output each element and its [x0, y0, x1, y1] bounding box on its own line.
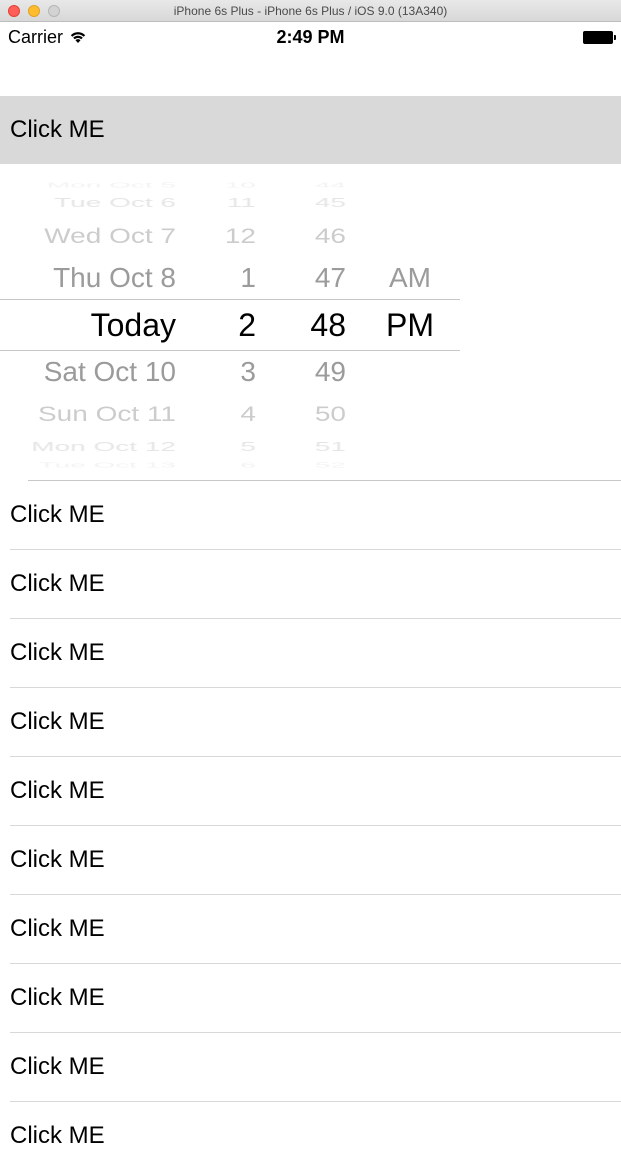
picker-item[interactable]: Wed Oct 7 [44, 220, 176, 252]
picker-item [406, 198, 414, 209]
window-title: iPhone 6s Plus - iPhone 6s Plus / iOS 9.… [0, 4, 621, 18]
picker-item[interactable]: 4 [240, 398, 256, 430]
picker-item[interactable]: 11 [227, 198, 256, 209]
row-label: Click ME [10, 501, 105, 528]
picker-item [406, 442, 414, 453]
picker-item [406, 398, 414, 430]
row-label: Click ME [10, 1053, 105, 1080]
nav-blank [0, 52, 621, 96]
table-row[interactable]: Click ME [10, 964, 621, 1033]
table-row[interactable]: Click ME [10, 688, 621, 757]
row-label: Click ME [10, 777, 105, 804]
picker-item[interactable]: AM [389, 257, 431, 299]
picker-item [406, 464, 414, 467]
table-row[interactable]: Click ME [10, 826, 621, 895]
table-row[interactable]: Click ME [10, 895, 621, 964]
row-label: Click ME [10, 708, 105, 735]
picker-item[interactable]: 3 [240, 351, 256, 393]
carrier-label: Carrier [8, 27, 63, 48]
picker-item[interactable]: 46 [315, 220, 346, 252]
table-row[interactable]: Click ME [10, 550, 621, 619]
picker-column-minute[interactable]: 44 45 46 47 48 49 50 51 52 [270, 170, 360, 480]
row-label: Click ME [10, 1122, 105, 1149]
picker-item [406, 351, 414, 393]
picker-item[interactable]: Sun Oct 11 [38, 398, 176, 430]
row-label: Click ME [10, 846, 105, 873]
picker-item-selected[interactable]: PM [386, 299, 434, 351]
picker-item[interactable]: 45 [315, 198, 346, 209]
picker-item[interactable]: Mon Oct 5 [47, 184, 176, 187]
picker-item[interactable]: Thu Oct 8 [53, 257, 176, 299]
picker-item[interactable]: 10 [225, 184, 256, 187]
picker-column-date[interactable]: Mon Oct 5 Tue Oct 6 Wed Oct 7 Thu Oct 8 … [0, 170, 190, 480]
picker-item[interactable]: 44 [315, 184, 346, 187]
picker-item[interactable]: 51 [315, 442, 346, 453]
picker-item[interactable]: 6 [240, 464, 256, 467]
picker-item[interactable]: 52 [315, 464, 346, 467]
picker-item [406, 220, 414, 252]
picker-item[interactable]: 49 [315, 351, 346, 393]
row-label: Click ME [10, 570, 105, 597]
row-label: Click ME [10, 915, 105, 942]
zoom-icon[interactable] [48, 5, 60, 17]
picker-item[interactable]: 1 [240, 257, 256, 299]
picker-item[interactable]: 50 [315, 398, 346, 430]
battery-icon [583, 31, 613, 44]
close-icon[interactable] [8, 5, 20, 17]
wifi-icon [69, 30, 87, 44]
row-label: Click ME [10, 984, 105, 1011]
picker-item[interactable]: Tue Oct 13 [39, 464, 176, 467]
minimize-icon[interactable] [28, 5, 40, 17]
table-row[interactable]: Click ME [10, 757, 621, 826]
table-row[interactable]: Click ME [10, 619, 621, 688]
picker-column-hour[interactable]: 10 11 12 1 2 3 4 5 6 [190, 170, 270, 480]
picker-item[interactable]: Tue Oct 6 [54, 198, 176, 209]
datetime-picker[interactable]: Mon Oct 5 Tue Oct 6 Wed Oct 7 Thu Oct 8 … [0, 170, 460, 480]
section-header-label: Click ME [10, 116, 105, 143]
table-row[interactable]: Click ME [10, 481, 621, 550]
picker-item-selected[interactable]: 48 [310, 299, 346, 351]
picker-item[interactable]: Mon Oct 12 [31, 442, 176, 453]
mac-window-titlebar: iPhone 6s Plus - iPhone 6s Plus / iOS 9.… [0, 0, 621, 22]
table-view[interactable]: Click ME Click ME Click ME Click ME Clic… [0, 480, 621, 1170]
row-label: Click ME [10, 639, 105, 666]
picker-item-selected[interactable]: 2 [238, 299, 256, 351]
status-time: 2:49 PM [276, 27, 344, 48]
ios-status-bar: Carrier 2:49 PM [0, 22, 621, 52]
picker-item[interactable]: 47 [315, 257, 346, 299]
picker-item[interactable]: 5 [240, 442, 256, 453]
picker-item[interactable]: Sat Oct 10 [44, 351, 176, 393]
section-header-row[interactable]: Click ME [0, 96, 621, 164]
traffic-lights [0, 5, 60, 17]
table-row[interactable]: Click ME [10, 1102, 621, 1170]
picker-item [406, 184, 414, 187]
picker-column-ampm[interactable]: AM PM [360, 170, 460, 480]
table-row[interactable]: Click ME [10, 1033, 621, 1102]
picker-item[interactable]: 12 [225, 220, 256, 252]
picker-item-selected[interactable]: Today [91, 299, 176, 351]
